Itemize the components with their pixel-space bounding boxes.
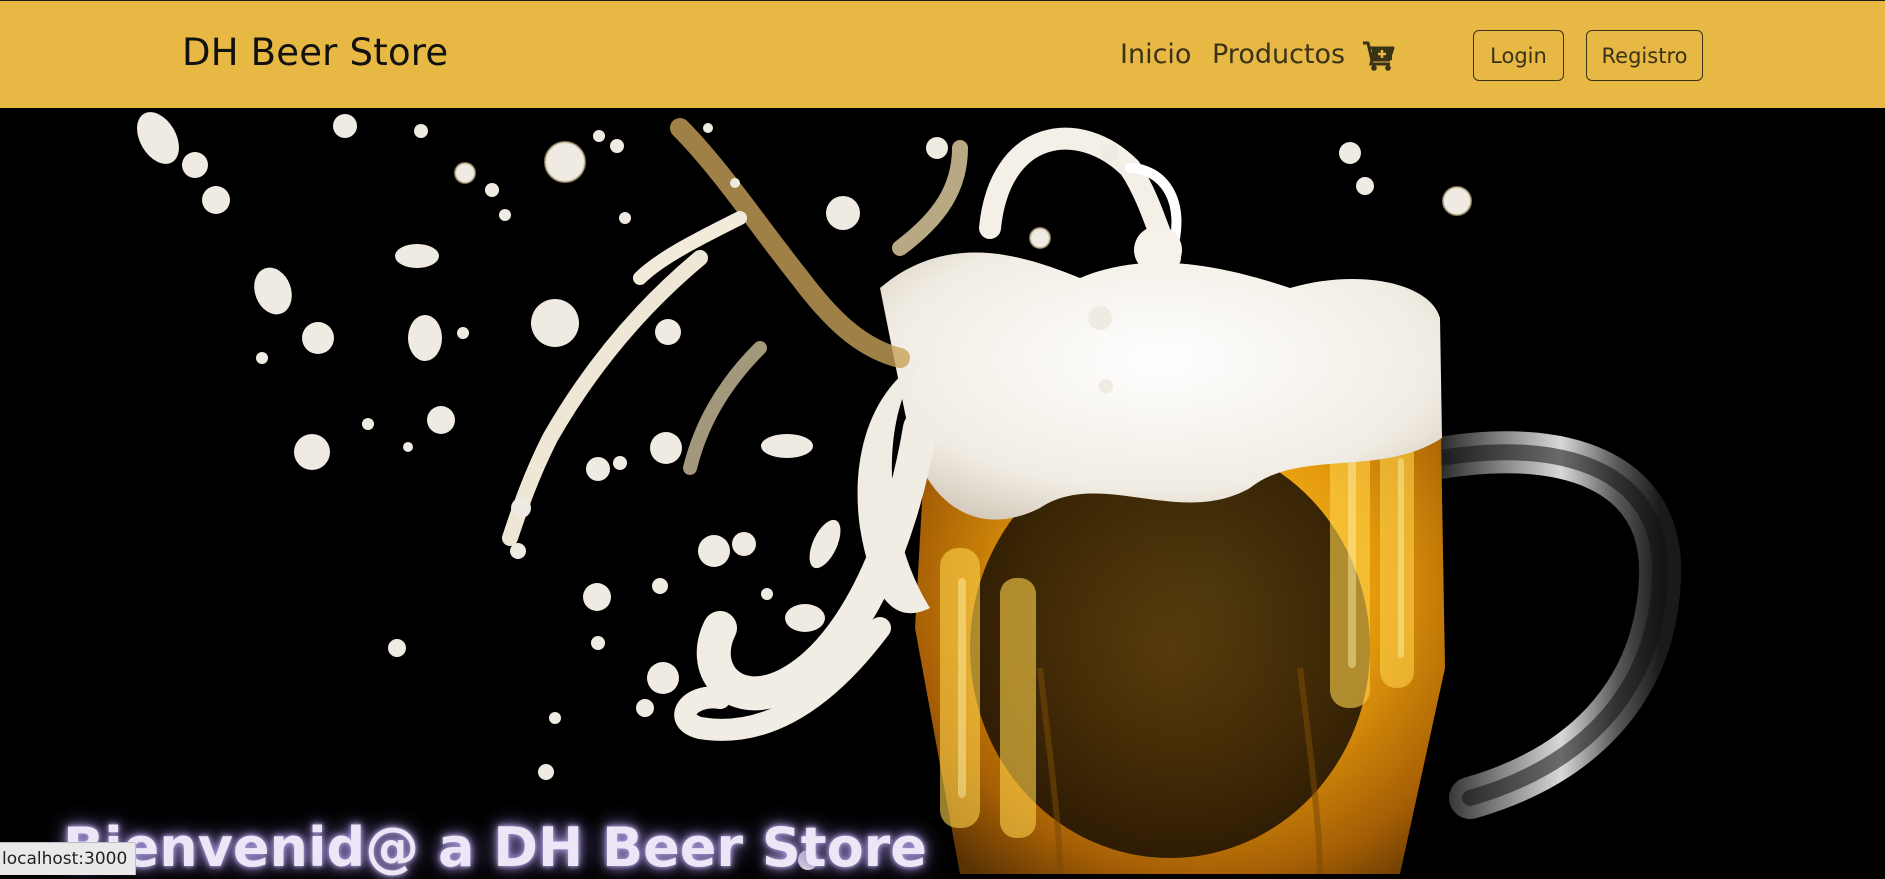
brand-logo-link[interactable]: DH Beer Store xyxy=(182,31,448,74)
login-button[interactable]: Login xyxy=(1473,30,1564,81)
nav-link-productos[interactable]: Productos xyxy=(1212,39,1345,70)
top-navbar: DH Beer Store Inicio Productos Login Reg… xyxy=(0,0,1885,108)
hero-welcome-title: Bienvenid@ a DH Beer Store xyxy=(63,816,927,879)
hero-banner xyxy=(0,108,1885,874)
cart-plus-icon[interactable] xyxy=(1362,40,1396,72)
nav-link-inicio[interactable]: Inicio xyxy=(1120,39,1191,70)
beer-mug-splash-image xyxy=(137,112,1682,874)
register-button[interactable]: Registro xyxy=(1586,30,1703,81)
browser-status-url: localhost:3000 xyxy=(0,842,137,875)
